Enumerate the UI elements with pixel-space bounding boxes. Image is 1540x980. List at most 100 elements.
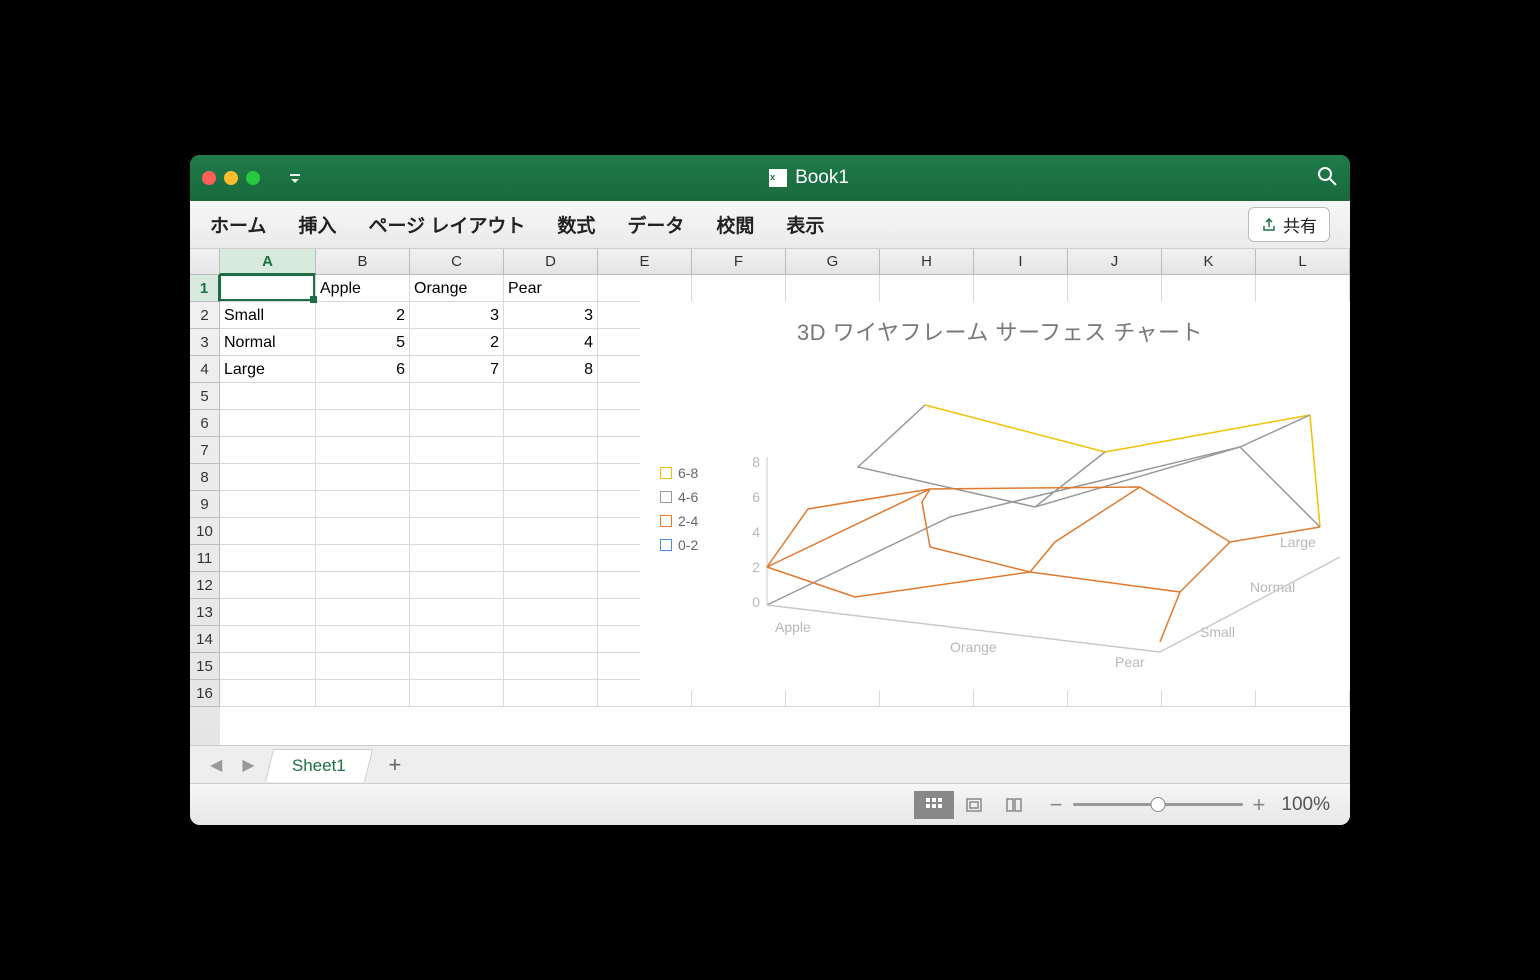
cell[interactable] bbox=[410, 491, 504, 518]
tab-home[interactable]: ホーム bbox=[210, 211, 266, 238]
column-header[interactable]: H bbox=[880, 249, 974, 274]
cell[interactable] bbox=[220, 680, 316, 707]
row-header[interactable]: 5 bbox=[190, 383, 220, 410]
cell[interactable]: 7 bbox=[410, 356, 504, 383]
cell[interactable] bbox=[410, 518, 504, 545]
cell[interactable] bbox=[504, 599, 598, 626]
column-header[interactable]: D bbox=[504, 249, 598, 274]
cell[interactable] bbox=[410, 383, 504, 410]
row-header[interactable]: 1 bbox=[190, 275, 220, 302]
cell[interactable] bbox=[410, 545, 504, 572]
view-normal-button[interactable] bbox=[914, 791, 954, 819]
cell[interactable] bbox=[220, 599, 316, 626]
tab-formulas[interactable]: 数式 bbox=[557, 211, 595, 238]
cell[interactable]: 5 bbox=[316, 329, 410, 356]
cell[interactable] bbox=[786, 275, 880, 302]
cell[interactable] bbox=[220, 437, 316, 464]
cell[interactable] bbox=[880, 275, 974, 302]
zoom-level[interactable]: 100% bbox=[1281, 794, 1330, 816]
cell[interactable] bbox=[220, 464, 316, 491]
cell[interactable] bbox=[1256, 275, 1350, 302]
cell[interactable] bbox=[410, 410, 504, 437]
cell[interactable] bbox=[410, 653, 504, 680]
row-header[interactable]: 15 bbox=[190, 653, 220, 680]
column-header[interactable]: L bbox=[1256, 249, 1350, 274]
row-header[interactable]: 16 bbox=[190, 680, 220, 707]
column-header[interactable]: F bbox=[692, 249, 786, 274]
cell[interactable] bbox=[220, 518, 316, 545]
cell[interactable] bbox=[316, 545, 410, 572]
row-header[interactable]: 2 bbox=[190, 302, 220, 329]
tab-review[interactable]: 校閲 bbox=[716, 211, 754, 238]
cell[interactable] bbox=[410, 599, 504, 626]
column-header[interactable]: B bbox=[316, 249, 410, 274]
cell[interactable] bbox=[504, 464, 598, 491]
column-header[interactable]: I bbox=[974, 249, 1068, 274]
cell[interactable] bbox=[504, 437, 598, 464]
cell[interactable] bbox=[410, 680, 504, 707]
cell[interactable]: 2 bbox=[410, 329, 504, 356]
cell[interactable] bbox=[220, 572, 316, 599]
row-header[interactable]: 14 bbox=[190, 626, 220, 653]
zoom-in-button[interactable]: + bbox=[1253, 792, 1266, 818]
cell[interactable] bbox=[220, 275, 316, 302]
cell[interactable]: 3 bbox=[410, 302, 504, 329]
cell[interactable] bbox=[316, 653, 410, 680]
minimize-window-button[interactable] bbox=[224, 171, 238, 185]
cell[interactable]: 3 bbox=[504, 302, 598, 329]
row-header[interactable]: 13 bbox=[190, 599, 220, 626]
cell[interactable] bbox=[220, 626, 316, 653]
cell[interactable] bbox=[504, 680, 598, 707]
column-header[interactable]: E bbox=[598, 249, 692, 274]
customize-qat-icon[interactable] bbox=[288, 171, 302, 185]
cell[interactable] bbox=[316, 383, 410, 410]
cell[interactable] bbox=[316, 518, 410, 545]
zoom-slider[interactable] bbox=[1073, 803, 1243, 806]
cell[interactable] bbox=[316, 464, 410, 491]
column-header[interactable]: A bbox=[220, 249, 316, 275]
cell[interactable] bbox=[316, 410, 410, 437]
cell[interactable] bbox=[316, 491, 410, 518]
column-header[interactable]: J bbox=[1068, 249, 1162, 274]
row-header[interactable]: 6 bbox=[190, 410, 220, 437]
cell[interactable] bbox=[974, 275, 1068, 302]
cell[interactable] bbox=[1068, 275, 1162, 302]
cell[interactable] bbox=[504, 410, 598, 437]
add-sheet-button[interactable]: + bbox=[377, 752, 414, 778]
view-page-layout-button[interactable] bbox=[954, 791, 994, 819]
column-header[interactable]: K bbox=[1162, 249, 1256, 274]
cell[interactable] bbox=[220, 383, 316, 410]
zoom-out-button[interactable]: − bbox=[1050, 792, 1063, 818]
cell[interactable] bbox=[316, 626, 410, 653]
cell[interactable]: Orange bbox=[410, 275, 504, 302]
cell[interactable] bbox=[316, 680, 410, 707]
cell[interactable]: Pear bbox=[504, 275, 598, 302]
cell[interactable]: 8 bbox=[504, 356, 598, 383]
cell[interactable] bbox=[504, 518, 598, 545]
cell[interactable]: 6 bbox=[316, 356, 410, 383]
cell[interactable] bbox=[504, 491, 598, 518]
cell[interactable] bbox=[220, 653, 316, 680]
column-header[interactable]: C bbox=[410, 249, 504, 274]
tab-pagelayout[interactable]: ページ レイアウト bbox=[368, 211, 525, 238]
row-header[interactable]: 3 bbox=[190, 329, 220, 356]
cell[interactable]: 4 bbox=[504, 329, 598, 356]
cell[interactable] bbox=[316, 572, 410, 599]
cell[interactable] bbox=[316, 599, 410, 626]
cell[interactable] bbox=[316, 437, 410, 464]
tab-insert[interactable]: 挿入 bbox=[298, 211, 336, 238]
cell[interactable]: 2 bbox=[316, 302, 410, 329]
tab-data[interactable]: データ bbox=[627, 211, 684, 238]
zoom-window-button[interactable] bbox=[246, 171, 260, 185]
sheet-nav-prev[interactable]: ◀ bbox=[204, 755, 228, 775]
cell[interactable] bbox=[692, 275, 786, 302]
cell[interactable] bbox=[220, 545, 316, 572]
cell[interactable]: Small bbox=[220, 302, 316, 329]
cell[interactable]: Apple bbox=[316, 275, 410, 302]
search-button[interactable] bbox=[1316, 165, 1338, 192]
row-header[interactable]: 12 bbox=[190, 572, 220, 599]
cell[interactable] bbox=[504, 653, 598, 680]
share-button[interactable]: 共有 bbox=[1248, 207, 1330, 242]
row-header[interactable]: 9 bbox=[190, 491, 220, 518]
cell[interactable] bbox=[410, 464, 504, 491]
